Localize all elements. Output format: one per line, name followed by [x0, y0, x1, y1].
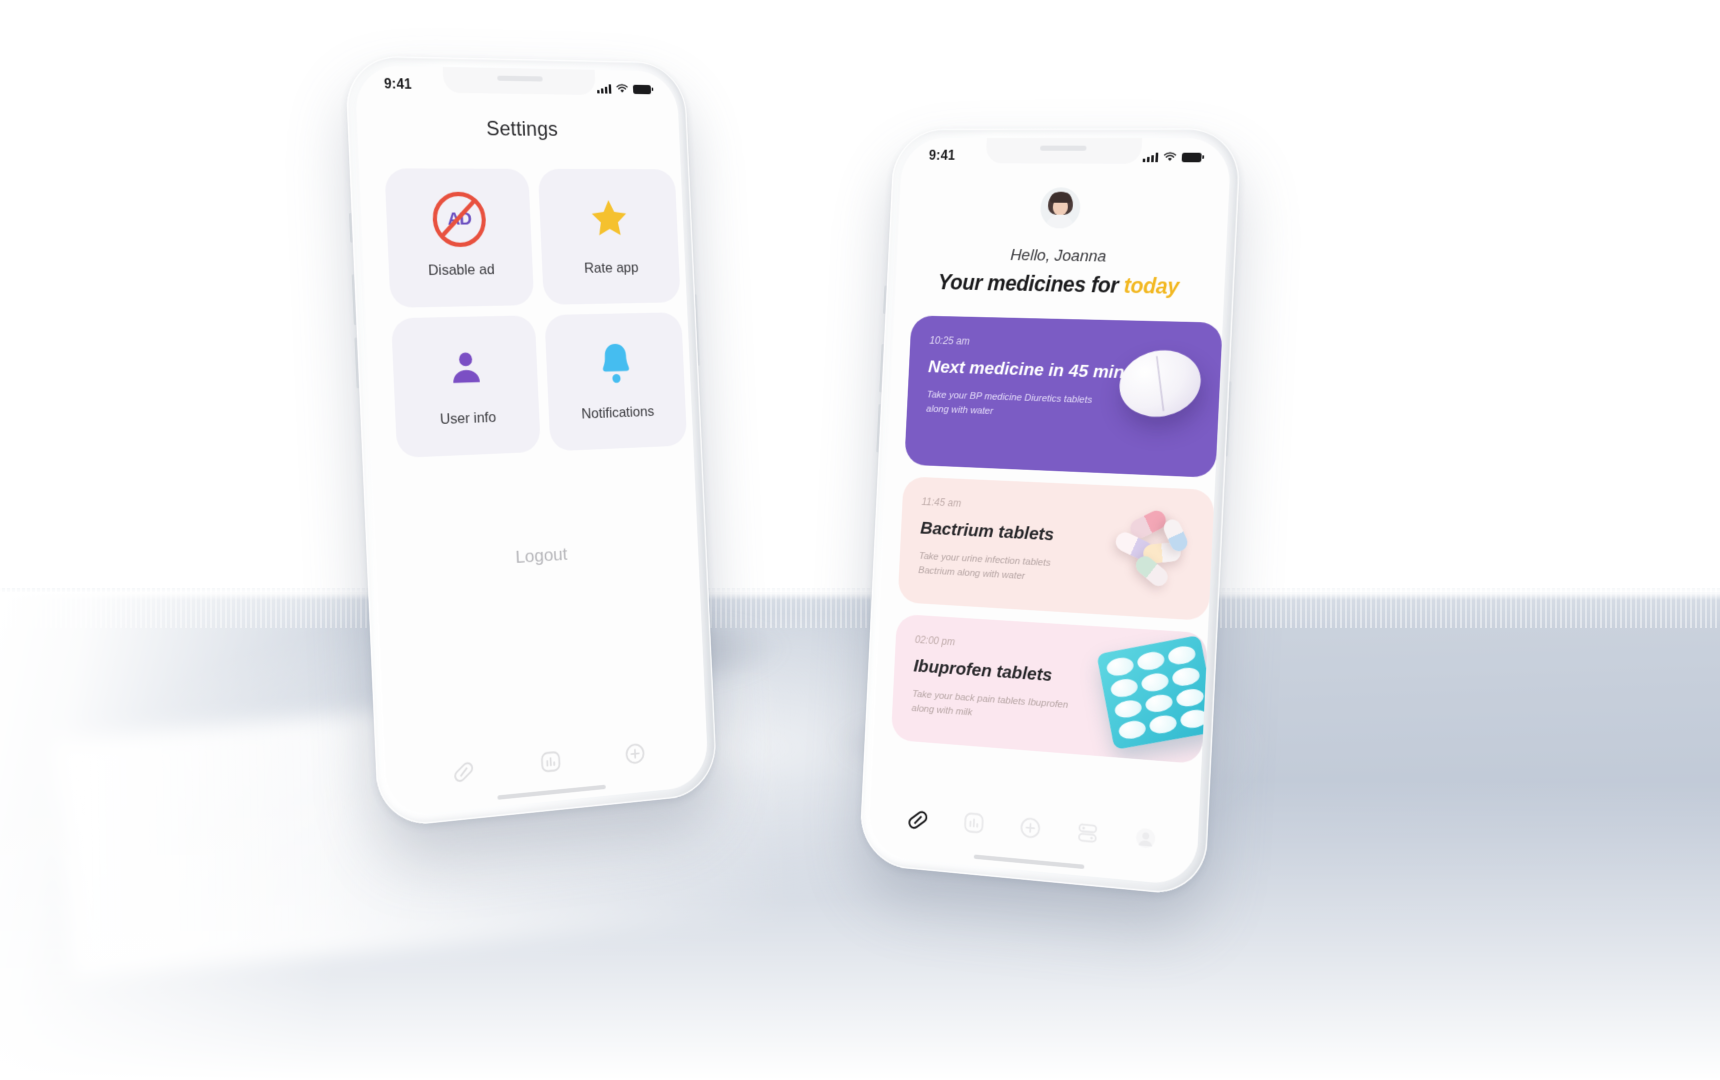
left-phone-mockup: 9:41 Settings AD Disable ad Rate app Use… — [344, 55, 718, 829]
tile-label: Rate app — [583, 259, 639, 277]
card-description: Take your BP medicine Diuretics tablets … — [925, 389, 1093, 417]
card-time: 11:45 am — [921, 495, 962, 510]
nav-plus-circle-icon[interactable] — [1017, 814, 1043, 846]
cellular-bars-icon — [597, 83, 612, 94]
bell-icon — [596, 340, 636, 387]
earpiece-speaker — [1040, 145, 1087, 151]
settings-grid: AD Disable ad Rate app User info Notific… — [384, 168, 688, 459]
status-icons — [597, 83, 652, 94]
card-time: 10:25 am — [929, 334, 970, 348]
medicine-card-ibuprofen[interactable]: 02:00 pm Ibuprofen tablets Take your bac… — [890, 613, 1208, 765]
page-title: Settings — [485, 117, 559, 141]
headline-accent: today — [1123, 273, 1180, 300]
nav-pill-capsule-icon[interactable] — [451, 756, 477, 789]
tile-label: Notifications — [581, 403, 655, 422]
notch — [985, 137, 1143, 164]
card-description: Take your urine infection tablets Bactri… — [918, 551, 1051, 582]
blister-pack-icon — [1096, 634, 1208, 750]
tile-label: User info — [439, 408, 497, 428]
page-headline: Your medicines for today — [895, 270, 1225, 301]
medicine-card-list: 10:25 am Next medicine in 45 mins Take y… — [890, 315, 1223, 765]
left-bottom-nav — [385, 734, 708, 795]
home-indicator[interactable] — [497, 784, 606, 800]
medicine-card-next[interactable]: 10:25 am Next medicine in 45 mins Take y… — [904, 315, 1223, 478]
card-title: Bactrium tablets — [919, 518, 1055, 545]
status-time: 9:41 — [928, 148, 956, 164]
wifi-icon — [616, 84, 629, 93]
no-ads-icon: AD — [431, 191, 487, 248]
nav-chart-card-icon[interactable] — [538, 748, 564, 780]
nav-pill-capsule-icon[interactable] — [905, 804, 930, 836]
right-phone-screen: 9:41 Hello, Joanna Your medicines for to… — [867, 137, 1232, 887]
status-time: 9:41 — [383, 77, 413, 93]
avatar-fringe — [1049, 192, 1072, 203]
earpiece-speaker — [497, 75, 543, 82]
card-description: Take your back pain tablets Ibuprofen al… — [911, 689, 1069, 719]
wifi-icon — [1163, 152, 1177, 161]
right-bottom-nav — [868, 801, 1199, 864]
battery-full-icon — [632, 84, 652, 94]
logout-button[interactable]: Logout — [376, 537, 698, 577]
capsules-cluster-icon — [1104, 506, 1202, 601]
nav-plus-circle-icon[interactable] — [623, 740, 648, 772]
nav-toggles-settings-icon[interactable] — [1074, 819, 1101, 851]
tile-rate-app[interactable]: Rate app — [537, 168, 681, 305]
ad-icon-text: AD — [447, 209, 472, 229]
medicine-card-bactrium[interactable]: 11:45 am Bactrium tablets Take your urin… — [897, 476, 1215, 621]
battery-full-icon — [1181, 152, 1202, 162]
star-icon — [587, 196, 632, 242]
nav-chart-card-icon[interactable] — [961, 809, 987, 841]
left-phone-body: 9:41 Settings AD Disable ad Rate app Use… — [344, 55, 718, 829]
scene: 9:41 Settings AD Disable ad Rate app Use… — [0, 0, 1720, 1080]
avatar[interactable] — [1039, 187, 1082, 229]
status-icons — [1142, 152, 1202, 163]
nav-profile-avatar-icon[interactable] — [1132, 824, 1159, 857]
card-title: Next medicine in 45 mins — [927, 357, 1135, 383]
tile-label: Disable ad — [427, 261, 495, 279]
tile-notifications[interactable]: Notifications — [544, 312, 688, 452]
user-person-icon — [446, 344, 486, 392]
home-indicator[interactable] — [973, 854, 1085, 870]
greeting-text: Hello, Joanna — [1009, 246, 1107, 266]
cellular-bars-icon — [1142, 152, 1159, 162]
avatar-shirt — [1045, 214, 1075, 229]
left-phone-screen: 9:41 Settings AD Disable ad Rate app Use… — [354, 65, 709, 818]
tile-user-info[interactable]: User info — [391, 315, 541, 459]
headline-prefix: Your medicines for — [937, 270, 1125, 298]
right-phone-body: 9:41 Hello, Joanna Your medicines for to… — [858, 128, 1242, 897]
tile-disable-ad[interactable]: AD Disable ad — [384, 168, 535, 308]
white-tablet-icon — [1114, 343, 1206, 424]
right-phone-mockup: 9:41 Hello, Joanna Your medicines for to… — [858, 128, 1242, 897]
